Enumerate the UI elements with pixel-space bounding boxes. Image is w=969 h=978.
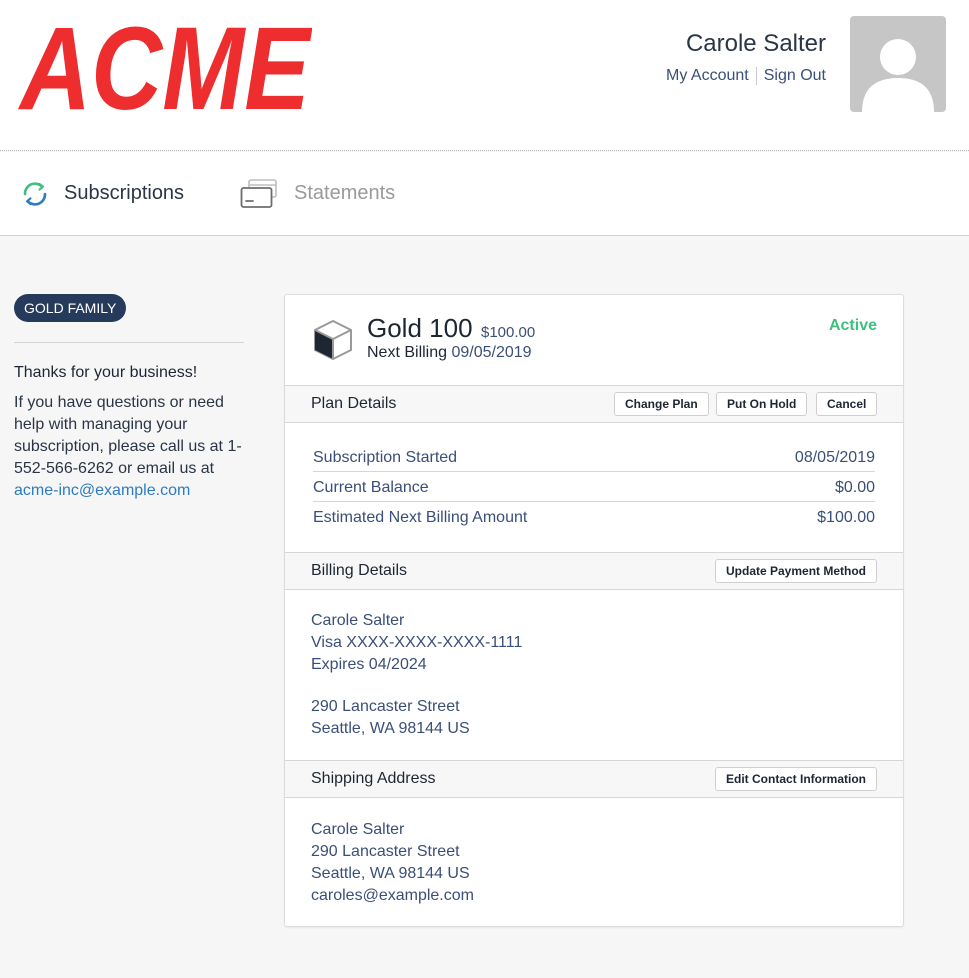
sign-out-link[interactable]: Sign Out: [764, 67, 826, 85]
section-title: Shipping Address: [311, 770, 436, 787]
thanks-message: Thanks for your business!: [14, 364, 198, 381]
refresh-icon: [23, 181, 47, 206]
plan-title: Gold 100 $100.00: [367, 313, 535, 344]
billing-name: Carole Salter: [311, 612, 405, 629]
tab-label: Statements: [294, 182, 396, 204]
acme-logo[interactable]: ACME: [18, 20, 312, 116]
logo-text: ACME: [18, 20, 312, 116]
cube-icon: [314, 319, 352, 361]
detail-row-estimated-next-billing: Estimated Next Billing Amount $100.00: [313, 502, 875, 532]
shipping-city: Seattle, WA 98144 US: [311, 865, 470, 882]
next-billing-label: Next Billing: [367, 344, 448, 361]
user-links: My Account Sign Out: [666, 67, 826, 85]
tab-statements[interactable]: Statements: [240, 152, 395, 235]
update-payment-method-button[interactable]: Update Payment Method: [715, 559, 878, 583]
billing-card: Visa XXXX-XXXX-XXXX-1111: [311, 634, 523, 651]
next-billing-date: 09/05/2019: [451, 344, 532, 361]
detail-label: Subscription Started: [313, 449, 458, 466]
section-title: Plan Details: [311, 395, 397, 412]
plan-name: Gold 100: [367, 313, 473, 343]
detail-label: Current Balance: [313, 479, 429, 496]
shipping-address-header: Shipping Address Edit Contact Informatio…: [285, 760, 903, 798]
change-plan-button[interactable]: Change Plan: [614, 392, 709, 416]
link-divider: [755, 67, 757, 85]
help-message: If you have questions or need help with …: [14, 392, 249, 502]
tab-bar: Subscriptions Statements: [0, 152, 969, 236]
billing-expires: Expires 04/2024: [311, 656, 427, 673]
avatar[interactable]: [850, 16, 946, 112]
cancel-button[interactable]: Cancel: [816, 392, 878, 416]
header: ACME Carole Salter My Account Sign Out: [0, 0, 969, 151]
support-email-link[interactable]: acme-inc@example.com: [14, 482, 190, 499]
plan-details-header: Plan Details Change Plan Put On Hold Can…: [285, 385, 903, 423]
detail-row-current-balance: Current Balance $0.00: [313, 472, 875, 502]
detail-value: $100.00: [817, 509, 875, 526]
section-title: Billing Details: [311, 562, 408, 579]
detail-value: $0.00: [834, 479, 875, 496]
sidebar-divider: [14, 342, 244, 343]
user-silhouette-icon: [862, 39, 934, 112]
user-name: Carole Salter: [685, 30, 826, 57]
shipping-email: caroles@example.com: [311, 887, 474, 904]
help-line: If you have questions or need: [14, 394, 224, 411]
next-billing: Next Billing 09/05/2019: [367, 344, 532, 362]
shipping-street: 290 Lancaster Street: [311, 843, 460, 860]
help-line: help with managing your: [14, 416, 188, 433]
detail-value: 08/05/2019: [794, 449, 875, 466]
tab-subscriptions[interactable]: Subscriptions: [20, 152, 184, 235]
subscription-card: Gold 100 $100.00 Next Billing 09/05/2019…: [284, 294, 904, 927]
status-badge: Active: [828, 317, 877, 334]
tab-label: Subscriptions: [64, 182, 185, 204]
my-account-link[interactable]: My Account: [666, 67, 749, 85]
billing-city: Seattle, WA 98144 US: [311, 720, 470, 737]
card-stack-icon: [240, 178, 277, 208]
billing-street: 290 Lancaster Street: [311, 698, 460, 715]
detail-row-subscription-started: Subscription Started 08/05/2019: [313, 442, 875, 472]
plan-tier-badge: GOLD FAMILY: [14, 294, 127, 322]
help-line: subscription, please call us at 1-: [14, 438, 242, 455]
help-line: 552-566-6262 or email us at: [14, 460, 215, 477]
plan-price: $100.00: [480, 324, 536, 341]
put-on-hold-button[interactable]: Put On Hold: [716, 392, 808, 416]
billing-details-header: Billing Details Update Payment Method: [285, 552, 903, 590]
edit-contact-information-button[interactable]: Edit Contact Information: [715, 767, 877, 791]
shipping-name: Carole Salter: [311, 821, 405, 838]
detail-label: Estimated Next Billing Amount: [313, 509, 528, 526]
